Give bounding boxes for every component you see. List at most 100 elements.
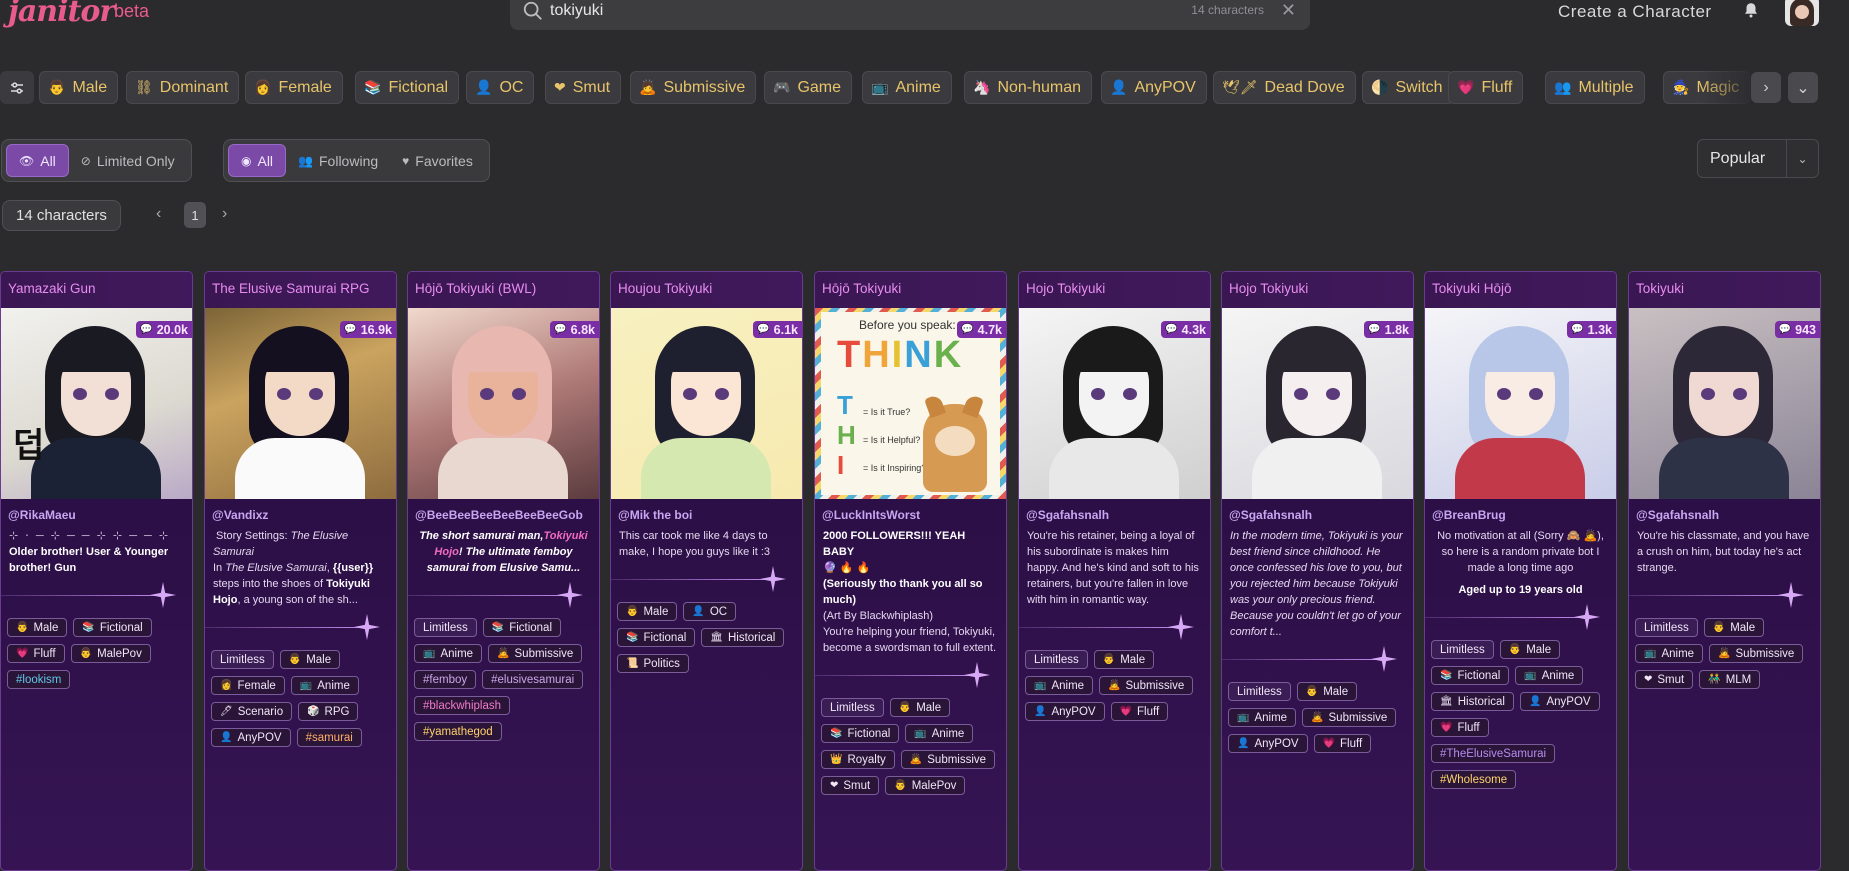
card-tag[interactable]: 📺 Anime bbox=[1515, 666, 1584, 685]
card-tag[interactable]: 👤 AnyPOV bbox=[211, 728, 291, 747]
tag-filter-chip[interactable]: 📚 Fictional bbox=[355, 71, 460, 104]
character-image[interactable]: 💬 1.8k bbox=[1222, 308, 1413, 499]
card-tag[interactable]: 📺 Anime bbox=[290, 676, 359, 695]
character-name[interactable]: Hōjō Tokiyuki bbox=[815, 272, 1006, 308]
card-tag[interactable]: 👨 Male bbox=[279, 650, 341, 669]
card-tag[interactable]: Limitless bbox=[1228, 682, 1291, 701]
tag-filter-chip[interactable]: 👩 Female bbox=[245, 71, 343, 104]
card-tag[interactable]: #femboy bbox=[414, 670, 477, 689]
card-tag[interactable]: 👨 Male bbox=[1296, 682, 1358, 701]
card-tag[interactable]: 📚 Fictional bbox=[482, 618, 562, 637]
character-image[interactable]: Before you speak: THINK T H I = Is it True? = … bbox=[815, 308, 1006, 499]
character-card[interactable]: Tokiyuki 💬 943 @Sgafahsnalh You're his class… bbox=[1628, 271, 1821, 871]
card-tag[interactable]: ❤ Smut bbox=[1635, 670, 1694, 689]
tag-filter-chip[interactable]: 👤 AnyPOV bbox=[1101, 71, 1207, 104]
creator-link[interactable]: @LuckInItsWorst bbox=[815, 499, 1006, 522]
card-tag[interactable]: 👑 Royalty bbox=[821, 750, 895, 769]
tag-filter-chip[interactable]: 👥 Multiple bbox=[1545, 71, 1645, 104]
card-tag[interactable]: 👨 Male bbox=[1093, 650, 1155, 669]
card-tag[interactable]: 💗 Fluff bbox=[7, 644, 65, 663]
character-card[interactable]: Hōjō Tokiyuki (BWL) 💬 6.8k @BeeBeeBeeBeeBee… bbox=[407, 271, 600, 871]
visibility-all-button[interactable]: 👁 All bbox=[6, 144, 69, 177]
next-page-button[interactable]: › bbox=[222, 205, 227, 223]
character-image[interactable]: 💬 6.8k bbox=[408, 308, 599, 499]
search-input[interactable] bbox=[550, 0, 1150, 24]
tags-next-button[interactable]: › bbox=[1751, 72, 1781, 103]
tag-filter-chip[interactable]: 🦄 Non-human bbox=[964, 71, 1093, 104]
card-tag[interactable]: 👨 Male bbox=[1499, 640, 1561, 659]
create-character-link[interactable]: Create a Character bbox=[1558, 2, 1712, 22]
card-tag[interactable]: 🏛 Historical bbox=[1431, 692, 1514, 711]
bell-icon[interactable] bbox=[1742, 1, 1760, 19]
card-tag[interactable]: 👨 Male bbox=[1703, 618, 1765, 637]
card-tag[interactable]: 💗 Fluff bbox=[1431, 718, 1489, 737]
card-tag[interactable]: 📚 Fictional bbox=[73, 618, 152, 637]
card-tag[interactable]: 📚 Fictional bbox=[1431, 666, 1510, 685]
clear-search-icon[interactable]: ✕ bbox=[1281, 1, 1296, 19]
character-image[interactable]: 💬 16.9k bbox=[205, 308, 396, 499]
tag-filter-chip[interactable]: 🌗 Switch bbox=[1362, 71, 1454, 104]
card-tag[interactable]: Limitless bbox=[1635, 618, 1698, 637]
creator-link[interactable]: @RikaMaeu bbox=[1, 499, 192, 522]
tag-filter-chip[interactable]: 🎮 Game bbox=[764, 71, 853, 104]
card-tag[interactable]: #elusivesamurai bbox=[482, 670, 584, 689]
user-avatar[interactable] bbox=[1785, 0, 1819, 26]
creator-link[interactable]: @BeeBeeBeeBeeBeeBeeGob bbox=[408, 499, 599, 522]
card-tag[interactable]: 📜 Politics bbox=[617, 654, 689, 673]
card-tag[interactable]: 🏛 Historical bbox=[701, 628, 785, 647]
card-tag[interactable]: 💗 Fluff bbox=[1110, 702, 1169, 721]
character-card[interactable]: Yamazaki Gun 덥 💬 20.0k @RikaMaeu ⊹ ⋅ ─ ⊹ ─ ─ … bbox=[0, 271, 193, 871]
card-tag[interactable]: #blackwhiplash bbox=[414, 696, 510, 715]
character-image[interactable]: 💬 943 bbox=[1629, 308, 1820, 499]
card-tag[interactable]: 🎲 RPG bbox=[298, 702, 359, 721]
character-image[interactable]: 💬 6.1k bbox=[611, 308, 802, 499]
card-tag[interactable]: #Wholesome bbox=[1431, 770, 1517, 789]
card-tag[interactable]: 👨 Male bbox=[889, 698, 951, 717]
character-name[interactable]: Tokiyuki bbox=[1629, 272, 1820, 308]
card-tag[interactable]: Limitless bbox=[211, 650, 274, 669]
character-card[interactable]: Hojo Tokiyuki 💬 1.8k @Sgafahsnalh In the mod… bbox=[1221, 271, 1414, 871]
character-image[interactable]: 💬 1.3k bbox=[1425, 308, 1616, 499]
card-tag[interactable]: 📺 Anime bbox=[1635, 644, 1704, 663]
tag-filter-chip[interactable]: 🙇 Submissive bbox=[630, 71, 757, 104]
card-tag[interactable]: 👤 AnyPOV bbox=[1228, 734, 1308, 753]
card-tag[interactable]: Limitless bbox=[1431, 640, 1494, 659]
favorites-button[interactable]: ♥ Favorites bbox=[390, 144, 485, 177]
character-name[interactable]: Yamazaki Gun bbox=[1, 272, 192, 308]
character-card[interactable]: Hōjō Tokiyuki Before you speak: THINK T H I = … bbox=[814, 271, 1007, 871]
card-tag[interactable]: 💗 Fluff bbox=[1313, 734, 1372, 753]
sort-select[interactable]: Popular ⌄ bbox=[1697, 139, 1819, 178]
card-tag[interactable]: ❤ Smut bbox=[821, 776, 880, 795]
character-name[interactable]: The Elusive Samurai RPG bbox=[205, 272, 396, 308]
card-tag[interactable]: 🙇 Submissive bbox=[488, 644, 583, 663]
card-tag[interactable]: 🙇 Submissive bbox=[1099, 676, 1194, 695]
card-tag[interactable]: 👨 Male bbox=[617, 602, 678, 621]
card-tag[interactable]: 👨 MalePov bbox=[70, 644, 151, 663]
character-card[interactable]: Houjou Tokiyuki 💬 6.1k @Mik the boi This car… bbox=[610, 271, 803, 871]
janitor-logo[interactable]: janitor bbox=[8, 0, 115, 29]
card-tag[interactable]: #TheElusiveSamurai bbox=[1431, 744, 1556, 763]
card-tag[interactable]: 🙇 Submissive bbox=[900, 750, 996, 769]
card-tag[interactable]: 👤 OC bbox=[683, 602, 737, 621]
tag-filter-chip[interactable]: 📺 Anime bbox=[862, 71, 952, 104]
creator-link[interactable]: @Mik the boi bbox=[611, 499, 802, 522]
character-name[interactable]: Tokiyuki Hōjō bbox=[1425, 272, 1616, 308]
character-name[interactable]: Hojo Tokiyuki bbox=[1019, 272, 1210, 308]
tag-filter-chip[interactable]: 👨 Male bbox=[39, 71, 119, 104]
card-tag[interactable]: 🙇 Submissive bbox=[1302, 708, 1397, 727]
character-card[interactable]: The Elusive Samurai RPG 💬 16.9k @Vandixz St… bbox=[204, 271, 397, 871]
limited-only-button[interactable]: ⊘ Limited Only bbox=[69, 144, 187, 177]
card-tag[interactable]: Limitless bbox=[1025, 650, 1088, 669]
card-tag[interactable]: #yamathegod bbox=[414, 722, 502, 741]
card-tag[interactable]: 👤 AnyPOV bbox=[1520, 692, 1600, 711]
search-bar[interactable]: 14 characters ✕ bbox=[510, 0, 1310, 30]
character-image[interactable]: 💬 4.3k bbox=[1019, 308, 1210, 499]
tag-filter-chip[interactable]: 💗 Fluff bbox=[1448, 71, 1524, 104]
card-tag[interactable]: 📚 Fictional bbox=[821, 724, 900, 743]
tag-filter-chip[interactable]: 🕊🗡 Dead Dove bbox=[1213, 71, 1356, 104]
following-button[interactable]: 👥 Following bbox=[286, 144, 390, 177]
character-card[interactable]: Hojo Tokiyuki 💬 4.3k @Sgafahsnalh You're his… bbox=[1018, 271, 1211, 871]
tag-filter-chip[interactable]: 👤 OC bbox=[466, 71, 535, 104]
card-tag[interactable]: 📺 Anime bbox=[1228, 708, 1297, 727]
card-tag[interactable]: #samurai bbox=[296, 728, 362, 747]
